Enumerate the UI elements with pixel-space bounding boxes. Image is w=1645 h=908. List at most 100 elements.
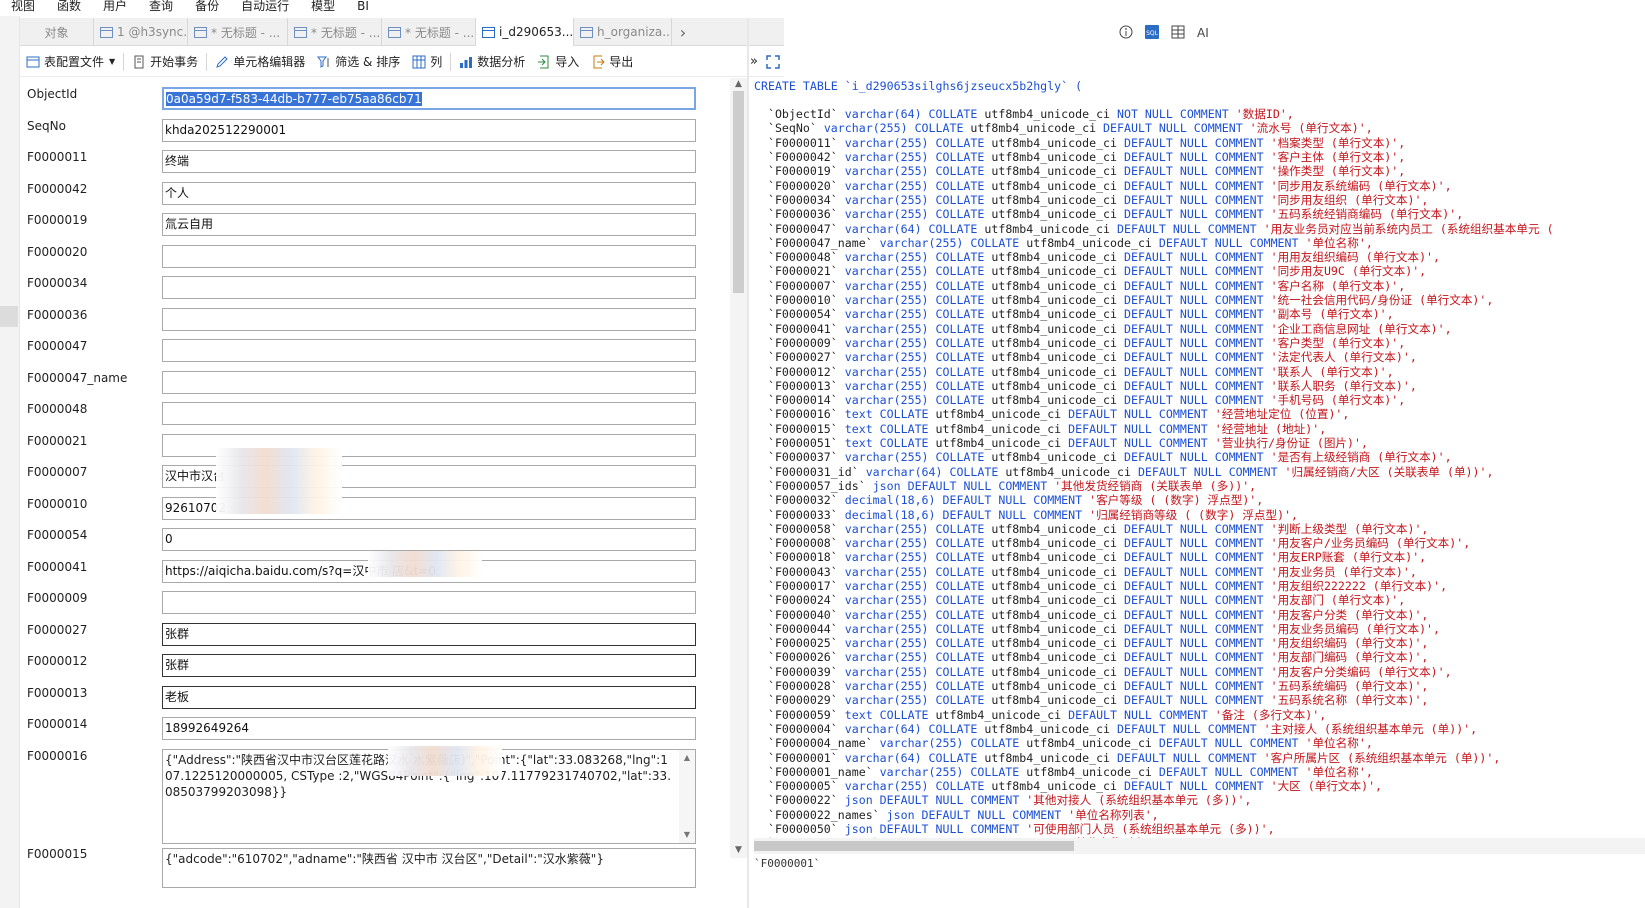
ai-icon[interactable]: AI <box>1196 24 1212 40</box>
ddl-token: COLLATE <box>935 564 985 579</box>
field-input[interactable] <box>162 339 696 362</box>
ddl-token: COLLATE <box>935 350 985 365</box>
ddl-code-view[interactable]: CREATE TABLE `i_d290653silghs6jzseucx5b2… <box>754 50 1645 840</box>
ddl-column-attrs: COLLATE utf8mb4_unicode_ci DEFAULT NULL … <box>936 164 1264 178</box>
field-input[interactable] <box>162 244 696 268</box>
ddl-token: utf8mb4_unicode_ci <box>984 636 1118 651</box>
cell-editor-button[interactable]: 单元格编辑器 <box>209 50 311 74</box>
ddl-token: utf8mb4_unicode_ci <box>984 135 1118 150</box>
scroll-up-icon[interactable]: ▲ <box>679 750 695 766</box>
menu-item[interactable]: 查询 <box>138 0 184 13</box>
field-input[interactable]: 18992649264 <box>162 717 696 740</box>
redaction-blur <box>368 551 482 577</box>
form-row: F0000047_name <box>20 366 730 398</box>
ddl-token: NULL <box>1172 393 1208 408</box>
field-input[interactable]: 个人 <box>162 181 696 205</box>
ddl-token: COMMENT <box>1207 779 1264 794</box>
tab-scroll-right-icon[interactable]: › <box>672 18 694 46</box>
data-analysis-button[interactable]: 数据分析 <box>453 50 531 74</box>
menu-item[interactable]: 备份 <box>184 0 230 13</box>
grid-icon[interactable] <box>1170 24 1186 40</box>
ddl-column-comment: '经营地址定位 (位置)', <box>1214 407 1350 422</box>
ddl-token: DEFAULT <box>1117 650 1173 665</box>
tab-3[interactable]: * 无标题 - ... <box>288 18 382 46</box>
pane-divider[interactable] <box>747 18 749 908</box>
tab-5[interactable]: i_d290653... <box>476 18 574 46</box>
field-input[interactable] <box>162 591 696 614</box>
field-input[interactable] <box>162 276 696 299</box>
filter-sort-button[interactable]: 筛选 & 排序 <box>311 50 406 74</box>
ddl-token: NULL <box>1172 192 1208 207</box>
ddl-token: NULL <box>1172 593 1208 608</box>
field-input[interactable]: 0 <box>162 528 696 551</box>
scroll-down-icon[interactable]: ▼ <box>732 844 745 857</box>
field-input[interactable]: 0a0a59d7-f583-44db-b777-eb75aa86cb71 <box>162 87 696 110</box>
ddl-token: DEFAULT <box>1117 664 1173 679</box>
begin-transaction-button[interactable]: 开始事务 <box>126 50 204 74</box>
ddl-line: `F0000032` decimal(18,6) DEFAULT NULL CO… <box>754 493 1645 507</box>
export-button[interactable]: 导出 <box>585 50 639 74</box>
scroll-down-icon[interactable]: ▼ <box>679 827 695 843</box>
ddl-token: COLLATE <box>935 307 985 322</box>
menu-item[interactable]: 自动运行 <box>230 0 300 13</box>
ddl-token: DEFAULT <box>879 822 929 837</box>
sql-icon[interactable]: SQL <box>1144 24 1160 40</box>
form-row: F0000011 终端 <box>20 145 730 177</box>
field-input[interactable]: 终端 <box>162 150 696 173</box>
ddl-token: DEFAULT <box>1117 450 1173 465</box>
ddl-token: COMMENT <box>1151 407 1208 422</box>
menu-item[interactable]: 模型 <box>300 0 346 13</box>
ddl-column-name: `F0000051` <box>767 436 838 451</box>
ddl-token: COMMENT <box>1207 250 1264 265</box>
ddl-column-name: `F0000032` <box>767 493 838 508</box>
ddl-token: COMMENT <box>1151 436 1208 451</box>
ddl-token: DEFAULT <box>907 478 957 493</box>
field-input[interactable]: 氚云自用 <box>162 213 696 236</box>
export-label: 导出 <box>609 55 634 69</box>
ddl-token: COMMENT <box>1242 736 1299 751</box>
ddl-column-name: `F0000009` <box>767 335 838 350</box>
ddl-column-attrs: DEFAULT NULL COMMENT <box>880 822 1020 836</box>
field-input[interactable]: khda202512290001 <box>162 118 696 142</box>
menu-item[interactable]: 视图 <box>0 0 46 13</box>
field-input[interactable] <box>162 307 696 331</box>
tab-2[interactable]: * 无标题 - ... <box>188 18 288 46</box>
textarea-scrollbar[interactable]: ▲ ▼ <box>679 749 695 843</box>
columns-button[interactable]: 列 <box>406 50 448 74</box>
field-input[interactable]: 张群 <box>162 654 696 677</box>
address-textarea[interactable]: {"adcode":"610702","adname":"陕西省 汉中市 汉台区… <box>162 848 696 888</box>
ddl-column-name: `F0000022_names` <box>767 807 880 822</box>
field-input[interactable] <box>162 370 696 394</box>
import-button[interactable]: 导入 <box>531 50 585 74</box>
tab-6[interactable]: h_organiza... <box>574 18 672 46</box>
ddl-token: NULL <box>1172 578 1208 593</box>
field-input[interactable] <box>162 402 696 425</box>
field-input[interactable]: 老板 <box>162 685 696 709</box>
ddl-horizontal-scrollbar[interactable] <box>754 838 1645 854</box>
form-vertical-scrollbar[interactable]: ▲ ▼ <box>730 78 747 858</box>
menu-item[interactable]: 用户 <box>92 0 138 13</box>
ddl-line: `F0000022` json DEFAULT NULL COMMENT '其他… <box>754 793 1645 807</box>
ddl-token: DEFAULT <box>1117 307 1173 322</box>
ddl-token: utf8mb4_unicode_ci <box>984 321 1118 336</box>
textarea-text: {"adcode":"610702","adname":"陕西省 汉中市 汉台区… <box>165 852 604 866</box>
tab-0[interactable]: 对象 <box>20 18 94 46</box>
config-file-button[interactable]: 表配置文件 ▼ <box>20 50 121 74</box>
ddl-column-attrs: COLLATE utf8mb4_unicode_ci DEFAULT NULL … <box>936 679 1264 693</box>
form-row: F0000009 <box>20 586 730 618</box>
ddl-token: NULL <box>1165 221 1201 236</box>
tab-4[interactable]: * 无标题 - ... <box>382 18 476 46</box>
scrollbar-thumb[interactable] <box>733 91 744 293</box>
menu-item[interactable]: BI <box>346 0 380 13</box>
scroll-up-icon[interactable]: ▲ <box>732 78 745 91</box>
scrollbar-thumb[interactable] <box>754 841 1074 851</box>
ddl-token: utf8mb4_unicode_ci <box>984 150 1118 165</box>
info-icon[interactable] <box>1118 24 1134 40</box>
field-label: F0000041 <box>27 559 88 574</box>
field-input[interactable]: 张群 <box>162 622 696 646</box>
ddl-column-attrs: COLLATE utf8mb4_unicode_ci NOT NULL COMM… <box>929 107 1229 121</box>
menu-item[interactable]: 函数 <box>46 0 92 13</box>
tab-1[interactable]: 1 @h3sync... <box>94 18 188 46</box>
ddl-token: DEFAULT <box>1061 407 1118 422</box>
ddl-token: NULL <box>1117 436 1152 451</box>
